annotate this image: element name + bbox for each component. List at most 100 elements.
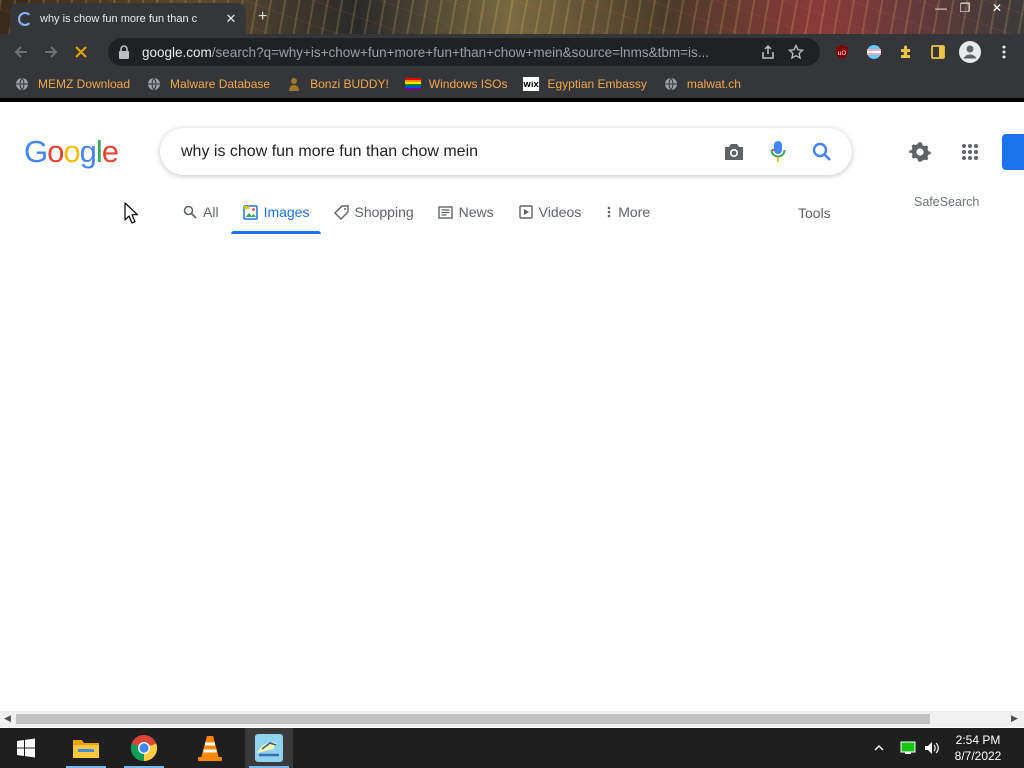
bookmark-memz[interactable]: MEMZ Download	[14, 76, 130, 92]
wix-icon: WiX	[523, 76, 540, 92]
url-host: google.com	[142, 44, 212, 60]
volume-icon[interactable]	[924, 728, 940, 768]
more-vert-icon	[605, 204, 613, 220]
start-icon[interactable]	[2, 728, 50, 768]
file-explorer-icon[interactable]	[62, 728, 110, 768]
new-tab-icon[interactable]: +	[258, 8, 267, 26]
ublock-extension-icon[interactable]: uO	[832, 42, 852, 62]
network-icon[interactable]	[900, 728, 916, 768]
browser-toolbar: google.com/search?q=why+is+chow+fun+more…	[0, 34, 1024, 70]
bonzi-icon	[286, 76, 302, 92]
search-icon[interactable]	[800, 130, 844, 174]
bookmark-label: Malware Database	[170, 77, 271, 91]
scrollbar-thumb[interactable]	[16, 714, 930, 724]
scroll-right-icon[interactable]: ▶	[1011, 713, 1018, 724]
chrome-icon[interactable]	[120, 728, 168, 768]
tab-videos[interactable]: Videos	[516, 196, 584, 228]
settings-gear-icon[interactable]	[905, 137, 935, 167]
search-input[interactable]: why is chow fun more fun than chow mein	[181, 143, 712, 161]
horizontal-scrollbar[interactable]: ◀ ▶	[0, 711, 1024, 727]
search-icon	[182, 204, 198, 220]
window-close-icon[interactable]: ✕	[986, 0, 1008, 18]
globe-icon	[14, 76, 30, 92]
url-text[interactable]: google.com/search?q=why+is+chow+fun+more…	[142, 45, 754, 60]
loading-spinner-icon	[18, 11, 32, 26]
tray-overflow-icon[interactable]	[874, 728, 884, 768]
scroll-left-icon[interactable]: ◀	[4, 713, 11, 724]
minimize-icon[interactable]: —	[930, 0, 952, 18]
flag-extension-icon[interactable]	[864, 42, 884, 62]
rainbow-flag-icon	[404, 76, 421, 92]
sign-in-button[interactable]	[1002, 134, 1024, 170]
clock-time: 2:54 PM	[955, 733, 1001, 747]
svg-text:uO: uO	[838, 50, 847, 57]
bookmark-label: Egyptian Embassy	[547, 77, 647, 91]
tab-label: Shopping	[354, 204, 414, 220]
image-icon	[243, 204, 259, 220]
bookmark-malwatch[interactable]: malwat.ch	[663, 76, 741, 92]
bookmark-windows-isos[interactable]: Windows ISOs	[404, 76, 508, 92]
logo-letter: o	[47, 134, 64, 169]
news-icon	[438, 204, 454, 220]
tab-news[interactable]: News	[436, 196, 496, 228]
svg-text:WiX: WiX	[524, 81, 540, 89]
bookmark-label: malwat.ch	[686, 77, 741, 91]
globe-icon	[663, 76, 679, 92]
bookmark-bonzi-buddy[interactable]: Bonzi BUDDY!	[286, 76, 389, 92]
tab-title: why is chow fun more fun than c	[40, 12, 198, 25]
bookmark-label: Windows ISOs	[428, 77, 508, 91]
bookmarks-bar: MEMZ Download Malware Database Bonzi BUD…	[0, 70, 1024, 98]
windows-taskbar: 2:54 PM 8/7/2022	[0, 728, 1024, 768]
vlc-icon[interactable]	[186, 728, 234, 768]
tab-images[interactable]: Images	[230, 196, 322, 234]
google-logo[interactable]: Google	[24, 134, 119, 170]
address-bar[interactable]: google.com/search?q=why+is+chow+fun+more…	[108, 38, 820, 66]
app-icon[interactable]	[245, 728, 293, 768]
bookmark-star-icon[interactable]	[782, 44, 810, 60]
bookmark-label: Bonzi BUDDY!	[310, 77, 389, 91]
bookmark-label: MEMZ Download	[38, 77, 131, 91]
browser-tab[interactable]: why is chow fun more fun than c ✕	[10, 3, 246, 34]
tab-label: More	[618, 204, 651, 220]
logo-letter: o	[63, 134, 80, 169]
tab-shopping[interactable]: Shopping	[331, 196, 415, 228]
screen: why is chow fun more fun than c ✕ + — ❐ …	[0, 0, 1024, 768]
stop-loading-icon[interactable]	[66, 37, 96, 67]
search-tabs: All Images Shopping News Videos More	[180, 196, 672, 236]
url-path: /search?q=why+is+chow+fun+more+fun+than+…	[211, 44, 709, 60]
tag-icon	[333, 204, 349, 220]
camera-icon[interactable]	[712, 130, 756, 174]
tools-button[interactable]: Tools	[798, 205, 831, 221]
side-panel-icon[interactable]	[928, 42, 948, 62]
profile-avatar-icon[interactable]	[958, 40, 982, 64]
search-box[interactable]: why is chow fun more fun than chow mein	[160, 128, 852, 175]
mouse-cursor-icon	[124, 202, 139, 229]
system-clock[interactable]: 2:54 PM 8/7/2022	[940, 732, 1016, 764]
lock-icon[interactable]	[118, 45, 134, 59]
back-icon[interactable]	[6, 37, 36, 67]
toolbar-divider	[0, 98, 1024, 102]
bookmark-egyptian-embassy[interactable]: WiX Egyptian Embassy	[523, 76, 647, 92]
microphone-icon[interactable]	[756, 130, 800, 174]
browser-menu-icon[interactable]	[994, 42, 1014, 62]
share-icon[interactable]	[754, 44, 782, 60]
tab-label: All	[203, 204, 219, 220]
extensions-puzzle-icon[interactable]	[896, 42, 916, 62]
browser-titlebar: why is chow fun more fun than c ✕ + — ❐ …	[0, 0, 1024, 34]
tab-more[interactable]: More	[603, 196, 652, 228]
tab-label: Images	[263, 204, 310, 220]
tab-all[interactable]: All	[180, 196, 221, 228]
safesearch-link[interactable]: SafeSearch	[914, 195, 979, 209]
tab-label: News	[458, 204, 494, 220]
google-apps-grid-icon[interactable]	[956, 137, 984, 167]
tab-close-icon[interactable]: ✕	[224, 11, 238, 27]
video-icon	[518, 204, 534, 220]
clock-date: 8/7/2022	[954, 749, 1002, 763]
logo-letter: G	[24, 134, 48, 169]
globe-icon	[146, 76, 162, 92]
logo-letter: g	[79, 134, 97, 169]
logo-letter: e	[101, 134, 119, 169]
bookmark-malware-database[interactable]: Malware Database	[146, 76, 270, 92]
restore-icon[interactable]: ❐	[954, 0, 976, 18]
forward-icon[interactable]	[36, 37, 66, 67]
